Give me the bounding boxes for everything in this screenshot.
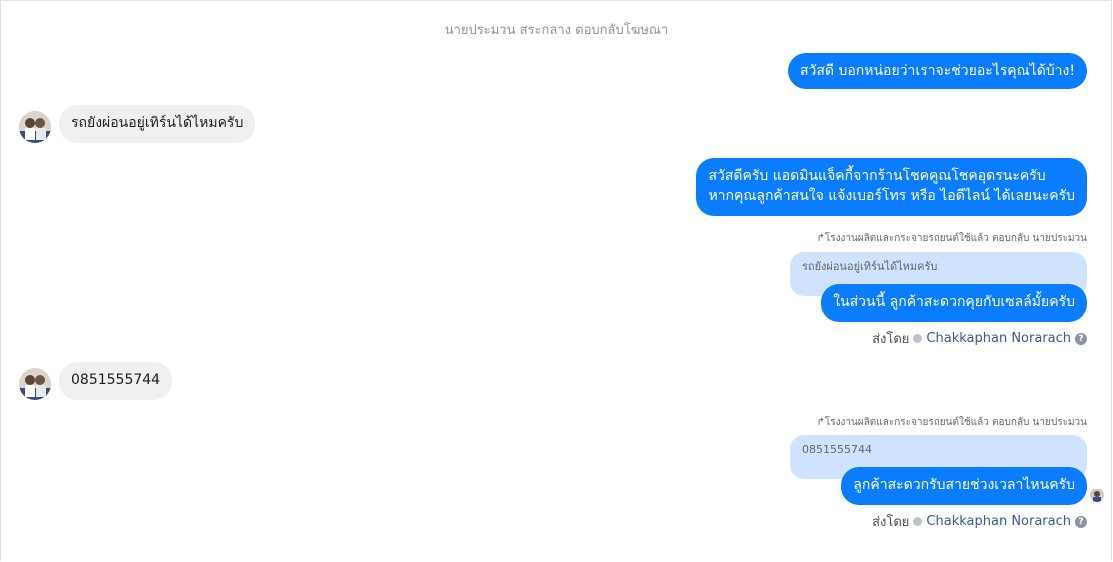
reply-context-text: โรงงานผลิตและกระจายรถยนต์ใช้แล้ว ตอบกลับ… <box>824 233 1087 244</box>
sent-by-label: ส่งโดย <box>872 332 910 347</box>
seen-avatar <box>1090 488 1104 502</box>
avatar[interactable] <box>19 368 51 400</box>
verified-icon <box>913 517 923 526</box>
avatar-photo-icon <box>19 368 51 400</box>
thread-title: นายประมวน สระกลาง ตอบกลับโฆษณา <box>444 23 669 38</box>
reply-context-text: โรงงานผลิตและกระจายรถยนต์ใช้แล้ว ตอบกลับ… <box>824 417 1087 428</box>
incoming-message[interactable]: รถยังผ่อนอยู่เทิร์นได้ไหมครับ <box>59 105 256 143</box>
outgoing-reply-message[interactable]: ในส่วนนี้ ลูกค้าสะดวกคุยกับเซลล์มั้ยครับ <box>821 284 1087 322</box>
message-line: หากคุณลูกค้าสนใจ แจ้งเบอร์โทร หรือ ไอดีไ… <box>708 188 1075 204</box>
reply-arrow-icon: ↱ <box>816 233 825 244</box>
sender-name-link[interactable]: Chakkaphan Norarach <box>926 331 1071 346</box>
reply-context: ↱โรงงานผลิตและกระจายรถยนต์ใช้แล้ว ตอบกลั… <box>816 415 1087 430</box>
verified-icon <box>913 334 923 343</box>
help-icon[interactable]: ? <box>1075 332 1087 345</box>
reply-context: ↱โรงงานผลิตและกระจายรถยนต์ใช้แล้ว ตอบกลั… <box>816 231 1087 246</box>
sender-name-link[interactable]: Chakkaphan Norarach <box>926 514 1071 529</box>
help-icon[interactable]: ? <box>1075 515 1087 528</box>
outgoing-message[interactable]: สวัสดีครับ แอดมินแจ็คกี้จากร้านโชคคูณโชค… <box>696 158 1087 216</box>
message-line: สวัสดีครับ แอดมินแจ็คกี้จากร้านโชคคูณโชค… <box>708 168 1046 184</box>
sent-by-label: ส่งโดย <box>872 515 910 530</box>
sent-by: ส่งโดย Chakkaphan Norarach ? <box>872 328 1087 349</box>
avatar[interactable] <box>19 111 51 143</box>
sent-by: ส่งโดย Chakkaphan Norarach ? <box>872 511 1087 532</box>
outgoing-reply-message[interactable]: ลูกค้าสะดวกรับสายช่วงเวลาไหนครับ <box>841 467 1087 505</box>
outgoing-message[interactable]: สวัสดี บอกหน่อยว่าเราจะช่วยอะไรคุณได้บ้า… <box>787 53 1087 89</box>
reply-arrow-icon: ↱ <box>816 417 825 428</box>
incoming-message[interactable]: 0851555744 <box>59 362 173 400</box>
avatar-photo-icon <box>19 111 51 143</box>
